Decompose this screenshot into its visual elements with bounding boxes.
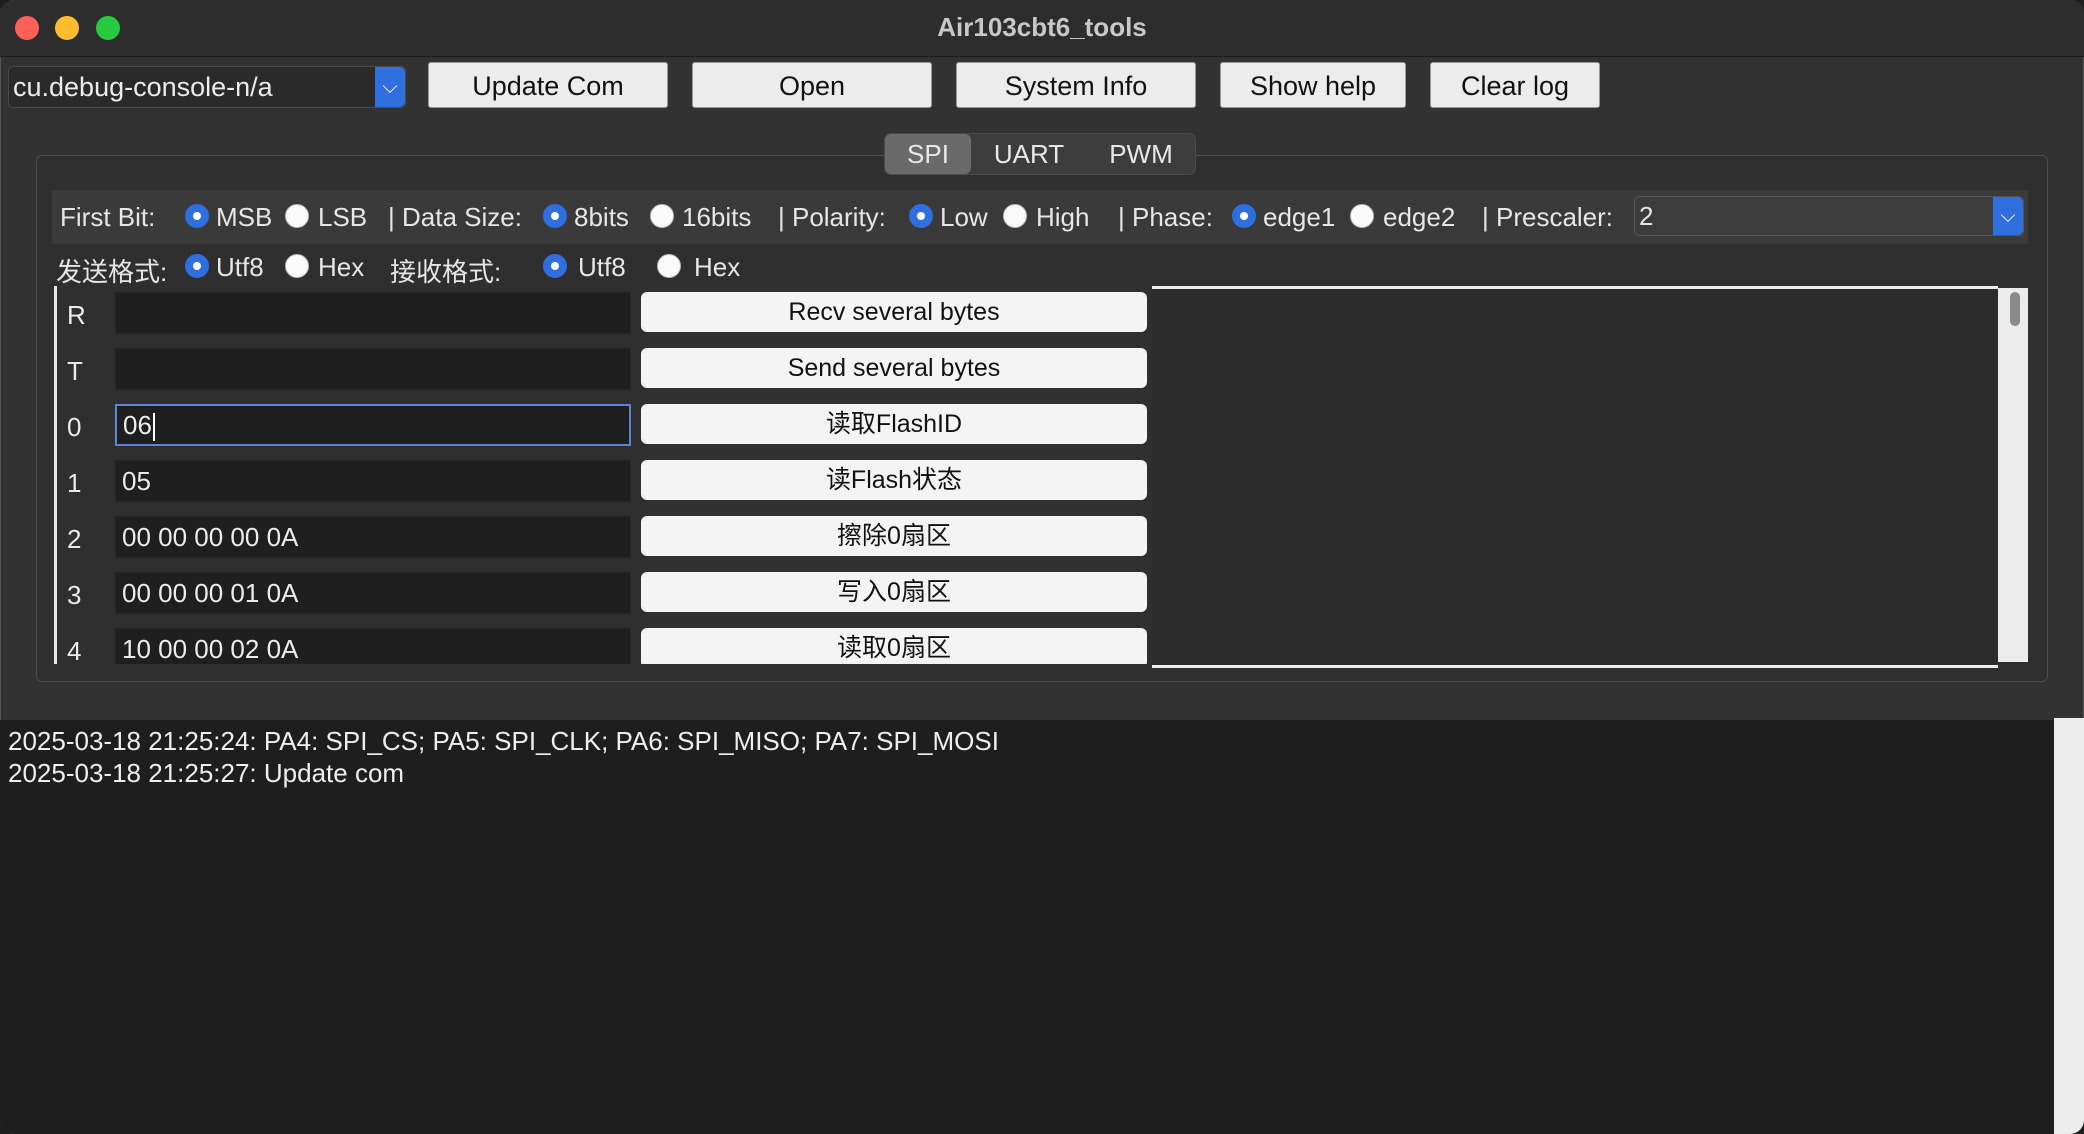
prescaler-select[interactable]: 2 ⌵ [1634, 196, 2024, 236]
write-sector-0-button[interactable]: 写入0扇区 [641, 572, 1147, 612]
tab-uart[interactable]: UART [971, 134, 1087, 174]
command-index: 1 [67, 468, 82, 498]
phase-edge1-radio[interactable] [1232, 204, 1256, 228]
polarity-label: | Polarity: [778, 202, 886, 232]
command-list: R Recv several bytes T Send several byte… [54, 286, 1155, 664]
phase-edge2-radio[interactable] [1350, 204, 1374, 228]
first-bit-label: First Bit: [60, 202, 156, 232]
lsb-radio[interactable] [285, 204, 309, 228]
read-sector-0-button[interactable]: 读取0扇区 [641, 628, 1147, 664]
scrollbar-thumb[interactable] [2010, 292, 2020, 326]
chevron-down-icon[interactable]: ⌵ [1993, 197, 2023, 235]
command-index: 4 [67, 636, 82, 664]
app-window: Air103cbt6_tools cu.debug-console-n/a ⌵ … [0, 0, 2084, 1134]
command-row: 0 06 读取FlashID [57, 398, 1155, 454]
clear-log-button[interactable]: Clear log [1430, 62, 1600, 108]
command-hex-input[interactable] [115, 292, 631, 334]
send-utf8-label: Utf8 [216, 252, 264, 282]
receive-text-area[interactable] [1152, 286, 1998, 668]
show-help-button[interactable]: Show help [1220, 62, 1406, 108]
erase-sector-0-button[interactable]: 擦除0扇区 [641, 516, 1147, 556]
tab-pwm[interactable]: PWM [1087, 134, 1195, 174]
command-row: R Recv several bytes [57, 286, 1155, 342]
recv-hex-label: Hex [694, 252, 741, 282]
recv-hex-radio[interactable] [657, 254, 681, 278]
log-output[interactable]: 2025-03-18 21:25:24: PA4: SPI_CS; PA5: S… [0, 720, 2054, 1134]
command-hex-input[interactable] [115, 348, 631, 390]
command-hex-value: 06 [123, 410, 152, 440]
port-select-value: cu.debug-console-n/a [13, 72, 273, 102]
polarity-low-label: Low [940, 202, 988, 232]
read-flash-id-button[interactable]: 读取FlashID [641, 404, 1147, 444]
16bits-label: 16bits [682, 202, 752, 232]
tab-bar: SPI UART PWM [884, 133, 1196, 175]
command-hex-input[interactable]: 05 [115, 460, 631, 502]
log-line: 2025-03-18 21:25:24: PA4: SPI_CS; PA5: S… [8, 726, 999, 756]
phase-edge1-label: edge1 [1263, 202, 1336, 232]
command-hex-input[interactable]: 10 00 00 02 0A [115, 628, 631, 664]
command-index: 2 [67, 524, 82, 554]
send-utf8-radio[interactable] [185, 254, 209, 278]
read-flash-status-button[interactable]: 读Flash状态 [641, 460, 1147, 500]
chevron-down-icon[interactable]: ⌵ [375, 67, 405, 107]
command-hex-input[interactable]: 00 00 00 01 0A [115, 572, 631, 614]
lsb-label: LSB [318, 202, 368, 232]
send-several-bytes-button[interactable]: Send several bytes [641, 348, 1147, 388]
command-row: 3 00 00 00 01 0A 写入0扇区 [57, 566, 1155, 622]
command-index: 3 [67, 580, 82, 610]
16bits-radio[interactable] [650, 204, 674, 228]
prescaler-label: | Prescaler: [1482, 202, 1614, 232]
text-caret [152, 413, 155, 442]
command-row: 4 10 00 00 02 0A 读取0扇区 [57, 622, 1155, 664]
recv-several-bytes-button[interactable]: Recv several bytes [641, 292, 1147, 332]
window-title: Air103cbt6_tools [937, 12, 1147, 42]
update-com-button[interactable]: Update Com [428, 62, 668, 108]
8bits-radio[interactable] [543, 204, 567, 228]
polarity-low-radio[interactable] [909, 204, 933, 228]
8bits-label: 8bits [574, 202, 629, 232]
command-list-scrollbar[interactable] [1998, 288, 2028, 662]
log-scrollbar[interactable] [2054, 718, 2084, 1134]
polarity-high-radio[interactable] [1003, 204, 1027, 228]
command-row: 1 05 读Flash状态 [57, 454, 1155, 510]
msb-radio[interactable] [185, 204, 209, 228]
phase-label: | Phase: [1118, 202, 1213, 232]
command-hex-input[interactable]: 00 00 00 00 0A [115, 516, 631, 558]
msb-label: MSB [216, 202, 273, 232]
recv-format-label: 接收格式: [390, 257, 502, 287]
command-row: T Send several bytes [57, 342, 1155, 398]
phase-edge2-label: edge2 [1383, 202, 1456, 232]
command-index: R [67, 300, 86, 330]
command-row: 2 00 00 00 00 0A 擦除0扇区 [57, 510, 1155, 566]
recv-utf8-label: Utf8 [578, 252, 626, 282]
system-info-button[interactable]: System Info [956, 62, 1196, 108]
polarity-high-label: High [1036, 202, 1090, 232]
log-line: 2025-03-18 21:25:27: Update com [8, 758, 405, 788]
data-size-label: | Data Size: [388, 202, 522, 232]
tab-spi[interactable]: SPI [885, 134, 971, 174]
command-index: T [67, 356, 83, 386]
command-hex-input[interactable]: 06 [115, 404, 631, 446]
open-button[interactable]: Open [692, 62, 932, 108]
send-format-label: 发送格式: [56, 257, 168, 287]
recv-utf8-radio[interactable] [543, 254, 567, 278]
send-hex-radio[interactable] [285, 254, 309, 278]
prescaler-value: 2 [1639, 201, 1654, 231]
title-bar: Air103cbt6_tools [0, 0, 2084, 57]
port-select[interactable]: cu.debug-console-n/a ⌵ [8, 66, 406, 108]
send-hex-label: Hex [318, 252, 365, 282]
command-index: 0 [67, 412, 82, 442]
